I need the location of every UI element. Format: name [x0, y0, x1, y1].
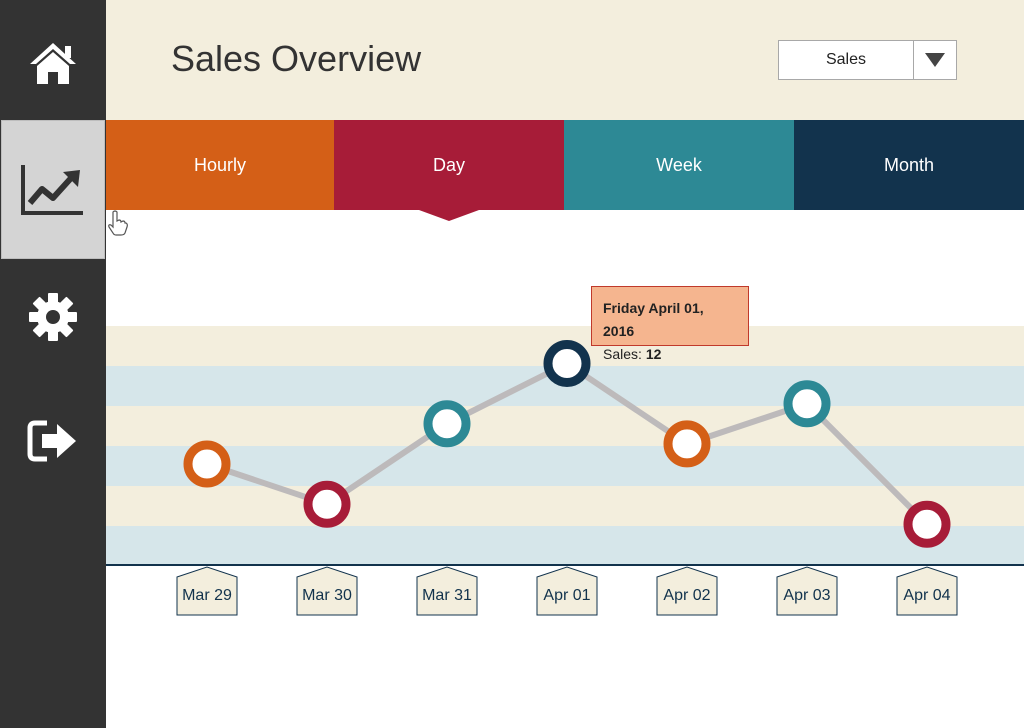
- sidebar-item-logout[interactable]: [0, 378, 106, 503]
- tab-hourly[interactable]: Hourly: [106, 120, 334, 210]
- dropdown-button[interactable]: [914, 41, 956, 79]
- tooltip-value: 12: [645, 346, 662, 362]
- x-tick-label: Apr 03: [783, 587, 830, 604]
- tab-label: Hourly: [193, 154, 246, 175]
- chart-icon: [21, 164, 83, 215]
- grid-band: [106, 486, 1024, 526]
- x-tick-label: Mar 31: [422, 587, 472, 604]
- hand-pointer-icon: [108, 210, 128, 236]
- data-point: [303, 480, 351, 528]
- data-point: [423, 400, 471, 448]
- sidebar-item-settings[interactable]: [0, 254, 106, 379]
- sales-chart: Mar 29 Mar 30 Mar 31 Apr 01 Apr 02 Apr 03 Apr …: [106, 210, 1024, 728]
- tab-label: Month: [883, 154, 935, 175]
- sidebar: [0, 0, 106, 728]
- data-point: [543, 340, 591, 387]
- tooltip-date: Friday April 01, 2016: [603, 300, 704, 339]
- chart-canvas: Mar 29 Mar 30 Mar 31 Apr 01 Apr 02 Apr 03 Apr …: [106, 326, 1024, 616]
- grid-band: [106, 526, 1024, 565]
- data-point: [663, 420, 711, 468]
- tab-label: Day: [432, 154, 465, 175]
- header: Sales Overview Sales: [106, 0, 1024, 120]
- chevron-down-icon: [925, 53, 945, 67]
- data-point: [183, 440, 231, 488]
- gear-icon: [29, 292, 77, 341]
- x-tick-label: Apr 01: [543, 587, 590, 604]
- logout-icon: [27, 420, 76, 461]
- page-title: Sales Overview: [171, 38, 422, 79]
- tooltip-label: Sales:: [603, 346, 642, 362]
- tab-label: Week: [656, 154, 702, 175]
- sidebar-item-home[interactable]: [0, 0, 106, 125]
- metric-select-value: Sales: [779, 41, 914, 79]
- tab-day[interactable]: Day: [334, 120, 564, 221]
- x-tick-label: Mar 29: [182, 587, 232, 604]
- sidebar-item-analytics[interactable]: [1, 120, 105, 259]
- data-point: [783, 380, 831, 428]
- metric-select[interactable]: Sales: [778, 40, 957, 80]
- x-tick-label: Mar 30: [302, 587, 352, 604]
- chart-tooltip: Friday April 01, 2016 Sales: 12: [591, 286, 749, 362]
- x-tick-label: Apr 04: [903, 587, 950, 604]
- home-icon: [30, 42, 76, 84]
- data-point: [903, 500, 951, 548]
- grid-band: [106, 406, 1024, 446]
- tab-month[interactable]: Month: [794, 120, 1024, 210]
- x-tick-label: Apr 02: [663, 587, 710, 604]
- period-tabs: Hourly Day Week Month: [106, 120, 1024, 221]
- tab-week[interactable]: Week: [564, 120, 794, 210]
